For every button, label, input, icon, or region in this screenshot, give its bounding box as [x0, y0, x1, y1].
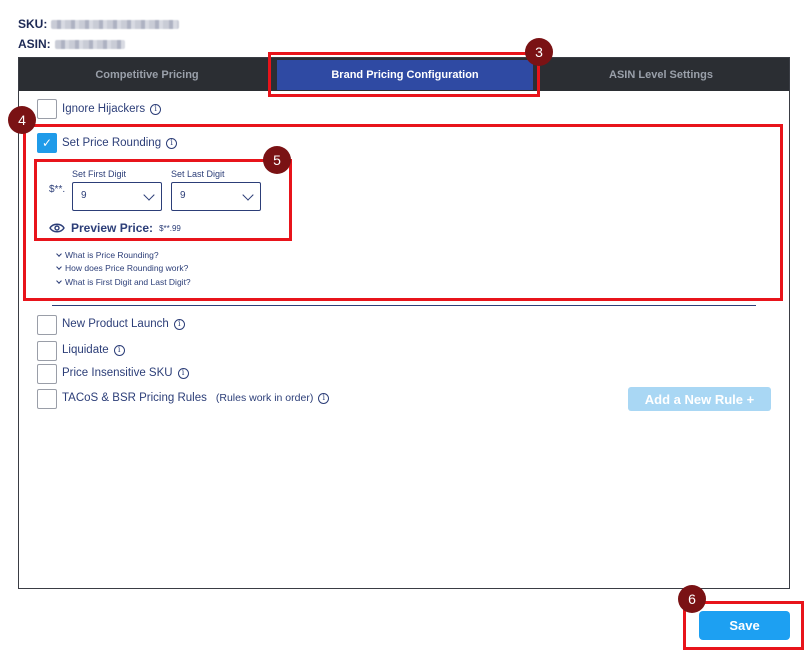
info-icon[interactable]: i — [113, 344, 125, 356]
ignore-hijackers-text: Ignore Hijackers — [62, 103, 146, 115]
liquidate-text: Liquidate — [62, 344, 109, 356]
info-icon[interactable]: i — [173, 318, 185, 330]
info-icon[interactable]: i — [177, 367, 189, 379]
price-rounding-text: Set Price Rounding — [62, 137, 162, 149]
price-rounding-checkbox[interactable]: ✓ — [37, 133, 57, 153]
save-button[interactable]: Save — [699, 611, 790, 640]
tab-asin-level-settings[interactable]: ASIN Level Settings — [533, 58, 789, 91]
first-digit-label: Set First Digit — [72, 169, 127, 179]
step-marker-6: 6 — [678, 585, 706, 613]
eye-icon[interactable] — [49, 222, 65, 234]
faq-item[interactable]: What is Price Rounding? — [56, 250, 159, 260]
info-icon[interactable]: i — [166, 137, 178, 149]
faq-item[interactable]: How does Price Rounding work? — [56, 263, 189, 273]
tab-bar: Competitive Pricing Brand Pricing Config… — [19, 58, 789, 91]
preview-row: Preview Price: $**.99 — [49, 221, 181, 235]
price-rounding-label: Set Price Rounding i — [62, 137, 178, 149]
sku-value-redacted — [51, 19, 180, 29]
sku-label: SKU: — [18, 17, 48, 31]
ignore-hijackers-label: Ignore Hijackers i — [62, 103, 162, 115]
tab-brand-pricing-configuration[interactable]: Brand Pricing Configuration — [277, 60, 533, 90]
preview-label: Preview Price: — [71, 221, 154, 235]
tab-competitive-pricing[interactable]: Competitive Pricing — [19, 58, 275, 91]
tacos-bsr-note: (Rules work in order) — [215, 392, 314, 404]
new-product-launch-text: New Product Launch — [62, 318, 169, 330]
liquidate-checkbox[interactable] — [37, 341, 57, 361]
first-digit-value: 9 — [81, 190, 87, 201]
faq-item-text: What is First Digit and Last Digit? — [65, 277, 191, 287]
add-new-rule-button[interactable]: Add a New Rule + — [628, 387, 771, 411]
price-insensitive-text: Price Insensitive SKU — [62, 367, 173, 379]
first-digit-select[interactable]: 9 — [72, 182, 162, 211]
last-digit-value: 9 — [180, 190, 186, 201]
price-insensitive-label: Price Insensitive SKU i — [62, 367, 189, 379]
new-product-launch-label: New Product Launch i — [62, 318, 185, 330]
preview-value: $**.99 — [159, 223, 181, 233]
asin-value-redacted — [54, 39, 125, 49]
chevron-down-icon — [242, 189, 254, 201]
price-insensitive-checkbox[interactable] — [37, 364, 57, 384]
faq-item-text: How does Price Rounding work? — [65, 263, 189, 273]
chevron-down-icon — [143, 189, 155, 201]
info-icon[interactable]: i — [318, 392, 330, 404]
tacos-bsr-text: TACoS & BSR Pricing Rules — [62, 392, 207, 404]
chevron-down-icon — [56, 264, 62, 270]
tacos-bsr-checkbox[interactable] — [37, 389, 57, 409]
asin-label: ASIN: — [18, 37, 51, 51]
step-marker-3: 3 — [525, 38, 553, 66]
last-digit-select[interactable]: 9 — [171, 182, 261, 211]
step-marker-5: 5 — [263, 146, 291, 174]
faq-item-text: What is Price Rounding? — [65, 250, 159, 260]
last-digit-label: Set Last Digit — [171, 169, 225, 179]
liquidate-label: Liquidate i — [62, 344, 125, 356]
ignore-hijackers-checkbox[interactable] — [37, 99, 57, 119]
sku-line: SKU: — [18, 17, 180, 31]
price-prefix: $**. — [49, 184, 66, 195]
chevron-down-icon — [56, 251, 62, 257]
step-marker-4: 4 — [8, 106, 36, 134]
section-divider — [52, 305, 756, 306]
info-icon[interactable]: i — [150, 103, 162, 115]
tacos-bsr-label: TACoS & BSR Pricing Rules (Rules work in… — [62, 392, 330, 404]
faq-item[interactable]: What is First Digit and Last Digit? — [56, 277, 191, 287]
chevron-down-icon — [56, 278, 62, 284]
new-product-launch-checkbox[interactable] — [37, 315, 57, 335]
asin-line: ASIN: — [18, 37, 125, 51]
